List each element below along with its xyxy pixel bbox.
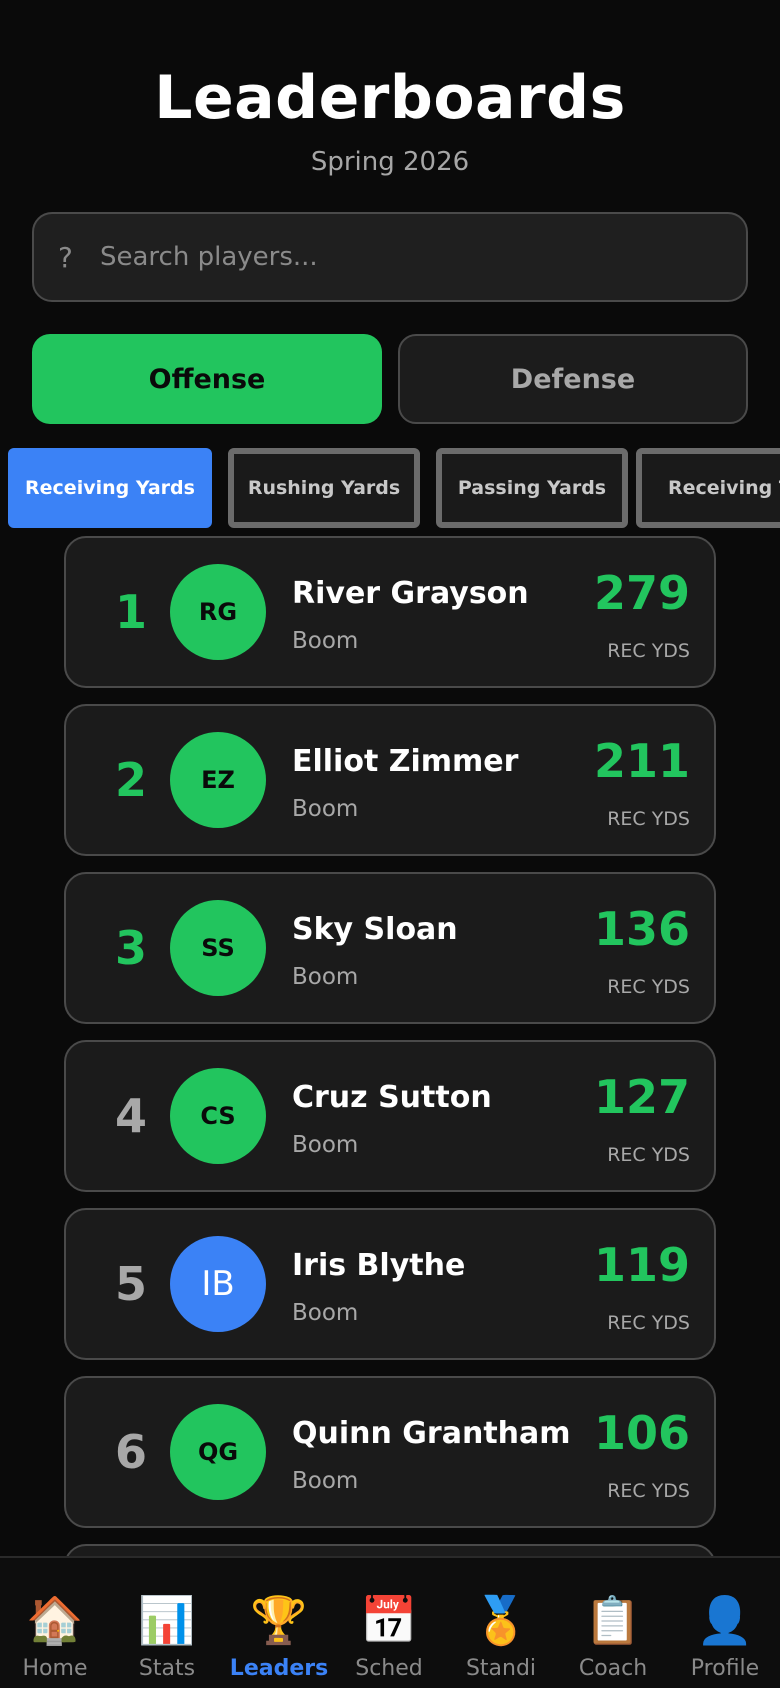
defense-toggle-button[interactable]: Defense — [398, 334, 748, 424]
rank-number: 2 — [114, 753, 147, 807]
stat-value: 279 — [593, 566, 690, 620]
stat-value: 127 — [593, 1070, 690, 1124]
leaderboard-row[interactable]: 6 QG Quinn Grantham Boom 106 REC YDS — [64, 1376, 716, 1528]
stat-value: 136 — [593, 902, 690, 956]
player-team: Boom — [292, 1132, 359, 1158]
search-bar[interactable]: ? — [32, 212, 748, 302]
stat-unit: REC YDS — [607, 1144, 690, 1166]
player-name: Sky Sloan — [292, 912, 458, 947]
rank-number: 6 — [114, 1425, 147, 1479]
tab-receiving-touchdowns[interactable]: Receiving T — [636, 448, 780, 528]
player-team: Boom — [292, 1300, 359, 1326]
leaderboard-row[interactable]: 1 RG River Grayson Boom 279 REC YDS — [64, 536, 716, 688]
search-icon: ? — [58, 240, 73, 274]
player-name: Elliot Zimmer — [292, 744, 519, 779]
search-input[interactable] — [100, 227, 746, 287]
tab-receiving-yards[interactable]: Receiving Yards — [8, 448, 212, 528]
home-icon: 🏠 — [26, 1593, 84, 1647]
rank-number: 3 — [114, 921, 147, 975]
leaderboards-screen: Leaderboards Spring 2026 ? Offense Defen… — [0, 0, 780, 1688]
leaderboard-row[interactable]: 5 IB Iris Blythe Boom 119 REC YDS — [64, 1208, 716, 1360]
nav-label: Home — [22, 1656, 88, 1681]
player-avatar: CS — [170, 1068, 266, 1164]
stat-value: 119 — [593, 1238, 690, 1292]
player-avatar: QG — [170, 1404, 266, 1500]
player-avatar: EZ — [170, 732, 266, 828]
bottom-navigation: 🏠 Home 📊 Stats 🏆 Leaders 📅 Sched 🏅 Stand… — [0, 1556, 780, 1688]
nav-label: Coach — [578, 1656, 648, 1681]
nav-leaders[interactable]: 🏆 Leaders — [224, 1558, 334, 1688]
leaderboard-row[interactable]: 4 CS Cruz Sutton Boom 127 REC YDS — [64, 1040, 716, 1192]
offense-toggle-button[interactable]: Offense — [32, 334, 382, 424]
stat-unit: REC YDS — [607, 808, 690, 830]
player-avatar: IB — [170, 1236, 266, 1332]
player-team: Boom — [292, 796, 359, 822]
calendar-icon: 📅 — [360, 1593, 418, 1647]
nav-label: Standi — [465, 1656, 537, 1681]
rank-number: 4 — [114, 1089, 147, 1143]
rank-number: 5 — [114, 1257, 147, 1311]
trophy-icon: 🏆 — [250, 1593, 308, 1647]
clipboard-icon: 📋 — [584, 1593, 642, 1647]
stat-unit: REC YDS — [607, 1480, 690, 1502]
nav-profile[interactable]: 👤 Profile — [670, 1558, 780, 1688]
player-name: Cruz Sutton — [292, 1080, 492, 1115]
stat-value: 106 — [593, 1406, 690, 1460]
nav-label: Profile — [690, 1656, 760, 1681]
nav-coach[interactable]: 📋 Coach — [558, 1558, 668, 1688]
leaderboard-row[interactable]: 2 EZ Elliot Zimmer Boom 211 REC YDS — [64, 704, 716, 856]
nav-schedule[interactable]: 📅 Sched — [334, 1558, 444, 1688]
player-team: Boom — [292, 964, 359, 990]
tab-rushing-yards[interactable]: Rushing Yards — [228, 448, 420, 528]
stat-unit: REC YDS — [607, 976, 690, 998]
player-avatar: SS — [170, 900, 266, 996]
nav-label: Sched — [355, 1656, 423, 1681]
stat-unit: REC YDS — [607, 640, 690, 662]
page-title: Leaderboards — [154, 63, 626, 133]
player-avatar: RG — [170, 564, 266, 660]
stat-category-tabs: Receiving Yards Rushing Yards Passing Ya… — [8, 448, 780, 528]
season-subtitle: Spring 2026 — [310, 147, 470, 177]
leaderboard-row[interactable]: 3 SS Sky Sloan Boom 136 REC YDS — [64, 872, 716, 1024]
page-header: Leaderboards Spring 2026 — [0, 0, 780, 178]
medal-icon: 🏅 — [472, 1593, 530, 1647]
nav-standings[interactable]: 🏅 Standi — [446, 1558, 556, 1688]
player-team: Boom — [292, 1468, 359, 1494]
stat-value: 211 — [593, 734, 690, 788]
nav-stats[interactable]: 📊 Stats — [112, 1558, 222, 1688]
player-name: Iris Blythe — [292, 1248, 466, 1283]
profile-icon: 👤 — [696, 1593, 754, 1647]
stat-unit: REC YDS — [607, 1312, 690, 1334]
player-name: River Grayson — [292, 576, 529, 611]
nav-home[interactable]: 🏠 Home — [0, 1558, 110, 1688]
tab-passing-yards[interactable]: Passing Yards — [436, 448, 628, 528]
rank-number: 1 — [114, 585, 147, 639]
stats-icon: 📊 — [138, 1593, 196, 1647]
player-team: Boom — [292, 628, 359, 654]
nav-label: Stats — [138, 1656, 196, 1681]
nav-label: Leaders — [229, 1656, 329, 1681]
player-name: Quinn Grantham — [292, 1416, 571, 1451]
